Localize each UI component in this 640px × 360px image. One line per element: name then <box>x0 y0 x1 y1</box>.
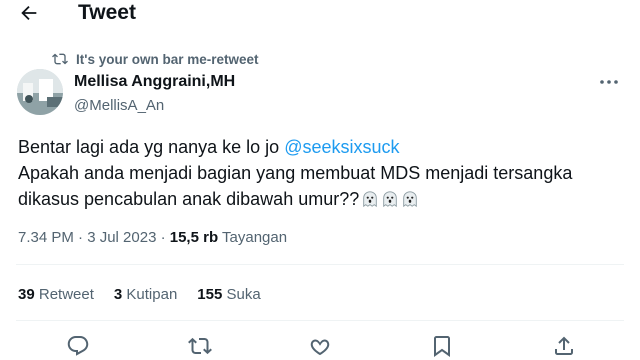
ghost-emoji-icon <box>383 191 397 208</box>
likes-count: 155 <box>197 286 223 303</box>
avatar[interactable] <box>17 69 63 115</box>
tweet-meta: 7.34 PM · 3 Jul 2023 · 15,5 rb Tayangan <box>18 229 287 246</box>
retweet-icon[interactable] <box>188 334 212 358</box>
divider <box>16 320 624 321</box>
retweets-count: 39 <box>18 286 35 303</box>
quotes-count: 3 <box>113 286 123 303</box>
tweet-stats: 39 Retweet 3 Kutipan 155 Suka <box>18 286 261 303</box>
like-icon[interactable] <box>308 334 332 358</box>
ghost-emoji-icon <box>403 191 417 208</box>
more-icon[interactable] <box>597 70 621 94</box>
page-title: Tweet <box>78 1 136 24</box>
divider <box>16 264 624 265</box>
ghost-emoji-icon <box>363 191 377 208</box>
tweet-line-3: dikasus pencabulan anak dibawah umur?? <box>18 189 360 209</box>
author-name[interactable]: Mellisa Anggraini,MH <box>74 73 235 91</box>
retweet-icon <box>52 53 68 65</box>
mention-link[interactable]: @seeksixsuck <box>284 137 399 157</box>
top-bar: Tweet <box>0 0 640 28</box>
back-arrow-icon[interactable] <box>18 2 40 24</box>
retweets-stat[interactable]: 39 Retweet <box>18 286 94 303</box>
tweet-text: Bentar lagi ada yg nanya ke lo jo @seeks… <box>18 134 618 212</box>
views-label: Tayangan <box>222 229 288 246</box>
tweet-line-2: Apakah anda menjadi bagian yang membuat … <box>18 163 573 183</box>
action-bar <box>0 334 640 360</box>
likes-label: Suka <box>226 286 261 303</box>
share-icon[interactable] <box>552 334 576 358</box>
retweet-note: It's your own bar me-retweet <box>52 50 259 68</box>
bookmark-icon[interactable] <box>430 334 454 358</box>
retweets-label: Retweet <box>38 286 94 303</box>
reply-icon[interactable] <box>66 334 90 358</box>
likes-stat[interactable]: 155 Suka <box>197 286 260 303</box>
views-count: 15,5 rb <box>169 229 219 246</box>
author-handle[interactable]: @MellisA_An <box>74 97 164 114</box>
quotes-stat[interactable]: 3 Kutipan <box>114 286 177 303</box>
tweet-timestamp[interactable]: 7.34 PM · 3 Jul 2023 · <box>18 229 170 246</box>
quotes-label: Kutipan <box>126 286 178 303</box>
tweet-line-1: Bentar lagi ada yg nanya ke lo jo <box>18 137 285 157</box>
retweet-note-text: It's your own bar me-retweet <box>76 51 259 67</box>
